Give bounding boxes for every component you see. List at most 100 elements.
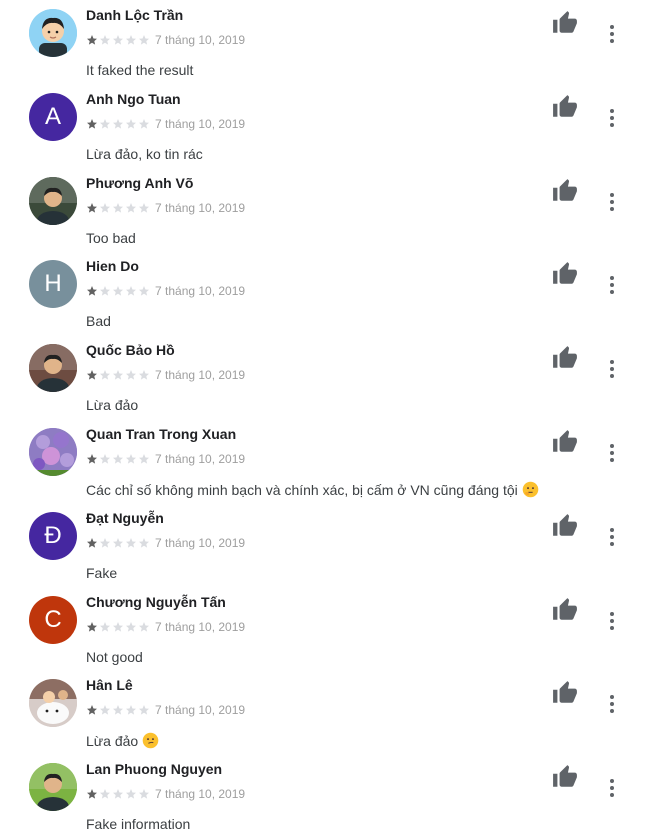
review-date: 7 tháng 10, 2019 [155, 787, 246, 801]
more-vert-icon[interactable] [600, 20, 624, 48]
avatar[interactable]: C [29, 596, 77, 644]
review-item: A Anh Ngo Tuan 7 tháng 10, 2019 Lừa đảo, ko… [0, 84, 660, 168]
more-dot [610, 793, 614, 797]
review-item: Hân Lê 7 tháng 10, 2019 Lừa đảo [0, 670, 660, 754]
more-vert-icon[interactable] [600, 439, 624, 467]
thumb-up-icon[interactable] [552, 513, 578, 537]
star-empty-icon [139, 203, 149, 213]
cartoon-person-avatar [29, 9, 77, 57]
rating-row: 7 tháng 10, 2019 [86, 620, 245, 634]
thumb-up-icon[interactable] [552, 261, 578, 285]
review-item: Danh Lộc Trần 7 tháng 10, 2019 It faked th… [0, 0, 660, 84]
thumb-up-icon[interactable] [552, 429, 578, 453]
star-rating [86, 621, 151, 633]
more-vert-icon[interactable] [600, 355, 624, 383]
thumb-up-icon[interactable] [552, 764, 578, 788]
star-empty-icon [113, 705, 123, 715]
more-dot [610, 109, 614, 113]
star-empty-icon [139, 789, 149, 799]
avatar[interactable] [29, 344, 77, 392]
review-date: 7 tháng 10, 2019 [155, 452, 246, 466]
avatar[interactable] [29, 763, 77, 811]
star-empty-icon [113, 454, 123, 464]
review-text-content: Fake [86, 565, 118, 581]
more-dot [610, 290, 614, 294]
thumb-up-icon[interactable] [552, 178, 578, 202]
review-text-content: Lừa đảo [86, 397, 139, 413]
review-text: Bad [86, 313, 111, 329]
more-vert-icon[interactable] [600, 271, 624, 299]
review-text-content: Lừa đảo, ko tin rác [86, 146, 203, 162]
more-vert-icon[interactable] [600, 690, 624, 718]
more-vert-icon[interactable] [600, 523, 624, 551]
review-date: 7 tháng 10, 2019 [155, 284, 246, 298]
reviewer-name: Anh Ngo Tuan [86, 91, 181, 107]
review-text: Fake information [86, 816, 190, 832]
star-empty-icon [113, 370, 123, 380]
star-empty-icon [100, 538, 110, 548]
more-dot [610, 702, 614, 706]
avatar[interactable]: A [29, 93, 77, 141]
review-text: Too bad [86, 230, 136, 246]
thumb-up-icon[interactable] [552, 10, 578, 34]
review-text: It faked the result [86, 62, 193, 78]
more-vert-icon[interactable] [600, 104, 624, 132]
review-text-content: Fake information [86, 816, 191, 832]
avatar[interactable]: H [29, 260, 77, 308]
review-date: 7 tháng 10, 2019 [155, 536, 246, 550]
more-dot [610, 786, 614, 790]
rating-row: 7 tháng 10, 2019 [86, 201, 245, 215]
star-rating [86, 202, 151, 214]
star-empty-icon [126, 203, 136, 213]
star-empty-icon [113, 35, 123, 45]
review-text-content: Not good [86, 649, 143, 665]
avatar[interactable] [29, 177, 77, 225]
person-photo-avatar [29, 344, 77, 392]
rating-row: 7 tháng 10, 2019 [86, 284, 245, 298]
flowers-photo-avatar [29, 428, 77, 476]
thumb-up-icon[interactable] [552, 597, 578, 621]
more-dot [610, 458, 614, 462]
more-dot [610, 360, 614, 364]
star-filled-icon [87, 789, 97, 799]
star-empty-icon [100, 454, 110, 464]
star-empty-icon [126, 622, 136, 632]
person-photo-avatar [29, 177, 77, 225]
star-empty-icon [139, 286, 149, 296]
avatar[interactable] [29, 9, 77, 57]
thumb-up-icon[interactable] [552, 94, 578, 118]
avatar-letter: A [44, 103, 61, 130]
more-dot [610, 612, 614, 616]
star-empty-icon [100, 119, 110, 129]
star-empty-icon [126, 35, 136, 45]
reviewer-name: Chương Nguyễn Tấn [86, 594, 226, 610]
reviewer-name: Danh Lộc Trần [86, 7, 184, 23]
star-filled-icon [87, 35, 97, 45]
review-item: Quốc Bảo Hồ 7 tháng 10, 2019 Lừa đảo [0, 335, 660, 419]
avatar[interactable] [29, 428, 77, 476]
star-empty-icon [126, 286, 136, 296]
star-empty-icon [126, 789, 136, 799]
more-vert-icon[interactable] [600, 188, 624, 216]
star-empty-icon [139, 370, 149, 380]
star-empty-icon [139, 454, 149, 464]
more-vert-icon[interactable] [600, 607, 624, 635]
review-text-content: Bad [86, 313, 111, 329]
star-empty-icon [100, 203, 110, 213]
review-item: Đ Đạt Nguyễn 7 tháng 10, 2019 Fake [0, 503, 660, 587]
avatar[interactable]: Đ [29, 512, 77, 560]
avatar[interactable] [29, 679, 77, 727]
more-dot [610, 626, 614, 630]
reviewer-name: Hân Lê [86, 677, 133, 693]
thumb-up-icon[interactable] [552, 345, 578, 369]
thumb-up-icon[interactable] [552, 680, 578, 704]
rating-row: 7 tháng 10, 2019 [86, 787, 245, 801]
reviewer-name: Phương Anh Võ [86, 175, 194, 191]
star-empty-icon [126, 370, 136, 380]
more-dot [610, 374, 614, 378]
review-text: Not good [86, 649, 143, 665]
review-item: Lan Phuong Nguyen 7 tháng 10, 2019 Fake in… [0, 754, 660, 838]
star-filled-icon [87, 538, 97, 548]
more-vert-icon[interactable] [600, 774, 624, 802]
reviewer-name: Đạt Nguyễn [86, 510, 164, 526]
